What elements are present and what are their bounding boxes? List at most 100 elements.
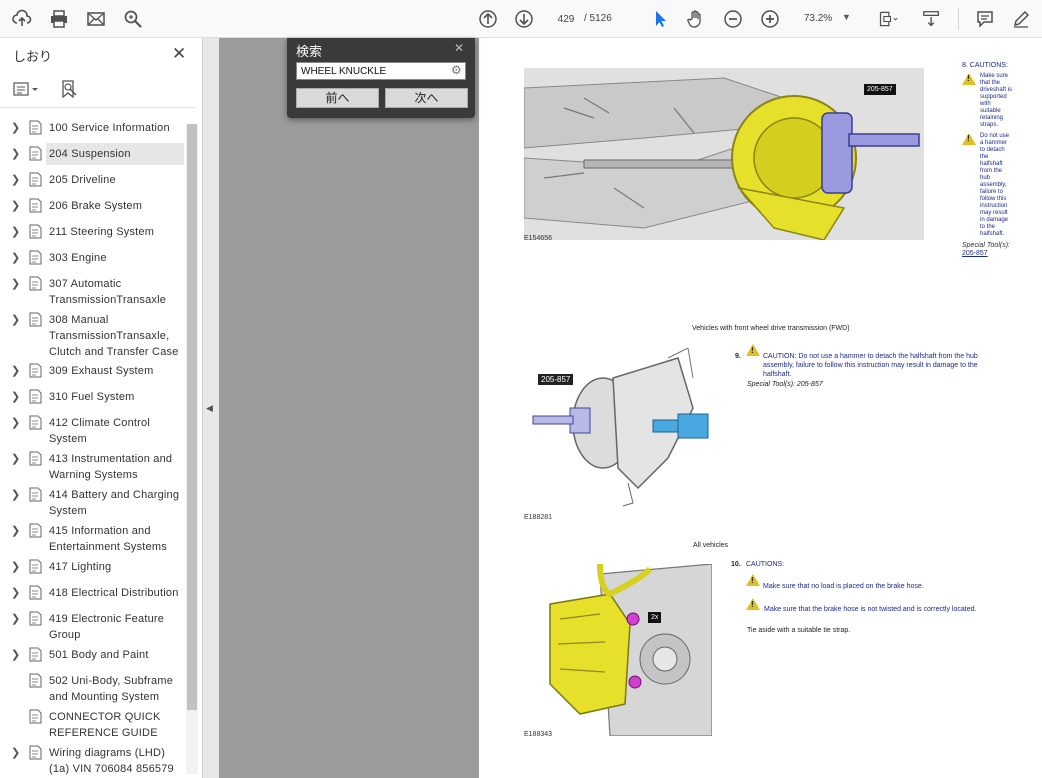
bookmark-list: ❯ 100 Service Information ❯ 204 Suspensi… — [0, 110, 186, 778]
search-input[interactable] — [296, 62, 466, 80]
caution-8b-text: Do not use a hammer to detach the halfsh… — [980, 133, 1010, 237]
bookmark-label: 415 Information and Entertainment System… — [49, 525, 167, 553]
select-pointer-icon[interactable] — [648, 7, 672, 31]
mail-icon[interactable] — [84, 7, 108, 31]
next-page-icon[interactable] — [512, 7, 536, 31]
caution-column: 8. CAUTIONS: Make sure that the drivesha… — [962, 62, 1012, 258]
bookmark-label: Wiring diagrams (LHD) (1a) VIN 706084 85… — [49, 747, 174, 775]
previous-page-icon[interactable] — [476, 7, 500, 31]
bookmark-page-icon — [29, 172, 42, 187]
bookmark-page-icon — [29, 276, 42, 291]
special-tools-link[interactable]: 205-857 — [962, 250, 1012, 258]
draw-pen-icon[interactable] — [1009, 7, 1033, 31]
scroll-mode-icon[interactable] — [919, 7, 945, 31]
chevron-right-icon[interactable]: ❯ — [11, 488, 20, 501]
chevron-right-icon[interactable]: ❯ — [11, 173, 20, 186]
collapse-arrow-icon[interactable]: ◀ — [206, 403, 213, 414]
chevron-right-icon[interactable]: ❯ — [11, 648, 20, 661]
bookmark-page-icon — [29, 487, 42, 502]
bookmark-page-icon — [29, 224, 42, 239]
zoom-out-icon[interactable] — [721, 7, 745, 31]
figure-1-code: E154656 — [524, 235, 553, 242]
bookmark-page-icon — [29, 647, 42, 662]
warning-icon — [746, 574, 760, 586]
next-result-button[interactable]: 次へ — [385, 88, 468, 108]
chevron-right-icon[interactable]: ❯ — [11, 199, 20, 212]
bookmark-label: 413 Instrumentation and Warning Systems — [49, 453, 173, 481]
chevron-right-icon[interactable]: ❯ — [11, 277, 20, 290]
chevron-right-icon[interactable]: ❯ — [11, 364, 20, 377]
sidebar-scroll-thumb[interactable] — [187, 124, 197, 710]
comment-icon[interactable] — [973, 7, 997, 31]
step-10-instruction: Tie aside with a suitable tie strap. — [747, 627, 851, 634]
zoom-dropdown-icon[interactable]: ▼ — [842, 12, 851, 22]
figure-2-callout: 205-857 — [538, 374, 574, 385]
bookmark-page-icon — [29, 559, 42, 574]
bookmark-label: 309 Exhaust System — [49, 365, 154, 377]
sidebar-scrollbar[interactable] — [186, 124, 198, 774]
bookmark-label: 501 Body and Paint — [49, 649, 149, 661]
figure-1-callout: 205-857 — [864, 84, 896, 95]
bookmark-page-icon — [29, 312, 42, 327]
chevron-right-icon[interactable]: ❯ — [11, 313, 20, 326]
upload-cloud-icon[interactable] — [10, 7, 34, 31]
bookmark-page-icon — [29, 389, 42, 404]
bookmark-label: 211 Steering System — [49, 226, 155, 238]
close-icon[interactable]: ✕ — [454, 41, 464, 55]
options-menu-icon[interactable] — [13, 81, 43, 99]
chevron-right-icon[interactable]: ❯ — [11, 121, 20, 134]
chevron-right-icon[interactable]: ❯ — [11, 586, 20, 599]
bookmark-page-icon — [29, 198, 42, 213]
bookmark-label: 303 Engine — [49, 252, 107, 264]
print-icon[interactable] — [47, 7, 71, 31]
chevron-right-icon[interactable]: ❯ — [11, 251, 20, 264]
page-fit-icon[interactable] — [874, 7, 902, 31]
bookmark-page-icon — [29, 745, 42, 760]
chevron-right-icon[interactable]: ❯ — [11, 147, 20, 160]
fwd-section-heading: Vehicles with front wheel drive transmis… — [692, 325, 850, 332]
zoom-in-icon[interactable] — [758, 7, 782, 31]
warning-icon — [746, 344, 760, 356]
step-8-heading: 8. CAUTIONS: — [962, 62, 1008, 69]
figure-2-code: E188281 — [524, 514, 553, 521]
chevron-right-icon[interactable]: ❯ — [11, 746, 20, 759]
find-panel: 検索 ✕ ⚙ 前へ 次へ — [287, 38, 475, 118]
figure-3-code: E188343 — [524, 731, 553, 738]
bookmark-page-icon — [29, 451, 42, 466]
figure-hub-detach — [528, 347, 718, 508]
bookmark-page-icon — [29, 415, 42, 430]
chevron-right-icon[interactable]: ❯ — [11, 524, 20, 537]
special-tools-label: Special Tool(s): — [962, 242, 1010, 249]
bookmark-page-icon — [29, 523, 42, 538]
chevron-right-icon[interactable]: ❯ — [11, 416, 20, 429]
bookmark-page-icon — [29, 146, 42, 161]
zoom-level-field[interactable]: 73.2% — [798, 9, 838, 29]
bookmarks-toolbar — [0, 71, 195, 108]
bookmark-label: 502 Uni-Body, Subframe and Mounting Syst… — [49, 675, 174, 703]
figure-3-callout: 2x — [648, 612, 662, 623]
step-10-caution-b: Make sure that the brake hose is not twi… — [764, 606, 977, 613]
chevron-right-icon[interactable]: ❯ — [11, 452, 20, 465]
find-bookmark-icon[interactable] — [60, 79, 78, 99]
previous-result-button[interactable]: 前へ — [296, 88, 379, 108]
bookmark-page-icon — [29, 120, 42, 135]
gear-icon[interactable]: ⚙ — [451, 63, 465, 77]
chevron-right-icon[interactable]: ❯ — [11, 560, 20, 573]
bookmark-label: 414 Battery and Charging System — [49, 489, 180, 517]
bookmark-label: 308 Manual TransmissionTransaxle, Clutch… — [49, 314, 179, 358]
chevron-right-icon[interactable]: ❯ — [11, 225, 20, 238]
hand-tool-icon[interactable] — [684, 7, 708, 31]
chevron-right-icon[interactable]: ❯ — [11, 612, 20, 625]
step-9-tools[interactable]: Special Tool(s): 205-857 — [747, 380, 947, 389]
bookmark-page-icon — [29, 611, 42, 626]
search-icon[interactable] — [121, 7, 145, 31]
close-icon[interactable]: ✕ — [172, 44, 186, 64]
figure-brake-caliper — [540, 563, 713, 737]
bookmark-label: 418 Electrical Distribution — [49, 587, 179, 599]
bookmark-label: 307 Automatic TransmissionTransaxle — [49, 278, 167, 306]
chevron-right-icon[interactable]: ❯ — [11, 390, 20, 403]
bookmarks-panel: しおり ✕ ❯ 100 Service Information ❯ 204 Su… — [0, 38, 203, 778]
caution-8a-text: Make sure that the driveshaft is support… — [980, 73, 1013, 128]
page-number-input[interactable]: 429 — [548, 9, 584, 31]
step-10-caution-a: Make sure that no load is placed on the … — [763, 583, 924, 590]
